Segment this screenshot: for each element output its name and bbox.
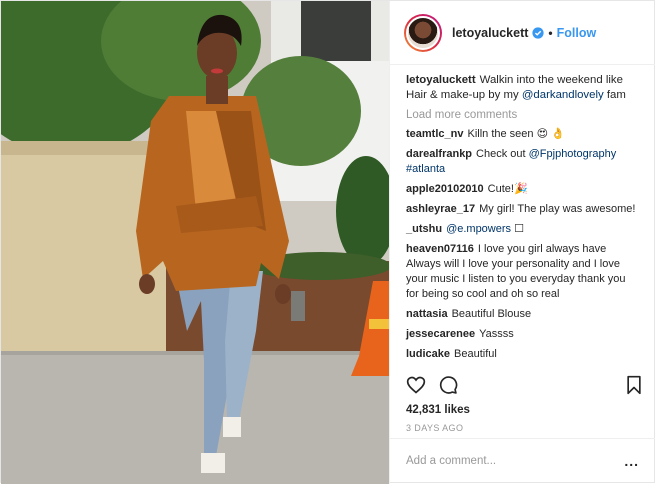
comment: apple20102010 Cute!🎉: [406, 182, 641, 197]
post-timestamp: 3 DAYS AGO: [406, 423, 464, 433]
comment: darealfrankp Check out @Fpjphotography #a…: [406, 147, 641, 177]
comment-text: My girl! The play was awesome!: [479, 203, 636, 215]
photo-illustration: [1, 1, 389, 484]
instagram-post: letoyaluckett • Follow letoyaluckett Walk…: [0, 0, 655, 484]
comment-text: Cute!🎉: [487, 183, 528, 195]
author-username[interactable]: letoyaluckett: [452, 26, 528, 40]
post-photo[interactable]: [1, 1, 389, 484]
comment-mention[interactable]: @Fpjphotography: [529, 148, 617, 160]
add-comment-bar: ...: [390, 438, 655, 484]
comment-username[interactable]: apple20102010: [406, 183, 484, 195]
post-side-panel: letoyaluckett • Follow letoyaluckett Walk…: [389, 1, 655, 484]
comment-text: Yassss: [479, 328, 514, 340]
load-more-comments[interactable]: Load more comments: [406, 107, 641, 123]
comments-section: letoyaluckett Walkin into the weekend lik…: [390, 65, 655, 371]
comment-username[interactable]: heaven07116: [406, 243, 474, 255]
avatar-image: [406, 15, 440, 50]
comment-text: Beautiful Blouse: [451, 308, 532, 320]
caption-mention[interactable]: @darkandlovely: [522, 89, 604, 101]
comment-hashtag[interactable]: #atlanta: [406, 163, 445, 175]
comment: heaven07116 I love you girl always have A…: [406, 242, 641, 302]
comment-text: ☐: [514, 223, 524, 235]
caption-text-3: fam: [606, 89, 626, 101]
comment-text: Killn the seen 😍 👌: [467, 128, 565, 140]
comment: ludicake Beautiful: [406, 347, 641, 362]
comment-username[interactable]: ludicake: [406, 348, 450, 360]
verified-badge-icon: [532, 26, 545, 39]
comment-username[interactable]: darealfrankp: [406, 148, 472, 160]
comment-username[interactable]: _utshu: [406, 223, 442, 235]
caption-text-1: Walkin into the weekend like: [479, 74, 623, 86]
comment-text: Beautiful: [454, 348, 497, 360]
comment-text: Check out: [476, 148, 526, 160]
comment: _utshu @e.mpowers ☐: [406, 222, 641, 237]
bookmark-icon[interactable]: [624, 375, 644, 395]
comment-username[interactable]: ashleyrae_17: [406, 203, 475, 215]
comment-bubble-icon[interactable]: [438, 375, 458, 395]
caption-username[interactable]: letoyaluckett: [406, 74, 476, 86]
caption-text-2: Hair & make-up by my: [406, 89, 519, 101]
action-bar: [406, 375, 644, 399]
more-options-icon[interactable]: ...: [624, 453, 639, 469]
post-caption: letoyaluckett Walkin into the weekend lik…: [406, 73, 641, 103]
comment-username[interactable]: jessecarenee: [406, 328, 475, 340]
follow-button[interactable]: Follow: [557, 26, 597, 40]
comment-mention[interactable]: @e.mpowers: [446, 223, 511, 235]
comment: teamtlc_nv Killn the seen 😍 👌: [406, 127, 641, 142]
comment: jessecarenee Yassss: [406, 327, 641, 342]
post-header: letoyaluckett • Follow: [390, 1, 655, 65]
header-separator: •: [548, 25, 553, 40]
comment: nattasia Beautiful Blouse: [406, 307, 641, 322]
comment: ashleyrae_17 My girl! The play was awesom…: [406, 202, 641, 217]
likes-count[interactable]: 42,831 likes: [406, 404, 470, 416]
heart-icon[interactable]: [406, 375, 426, 395]
comment-username[interactable]: teamtlc_nv: [406, 128, 463, 140]
avatar[interactable]: [404, 13, 442, 52]
comment-username[interactable]: nattasia: [406, 308, 448, 320]
add-comment-input[interactable]: [406, 455, 606, 467]
